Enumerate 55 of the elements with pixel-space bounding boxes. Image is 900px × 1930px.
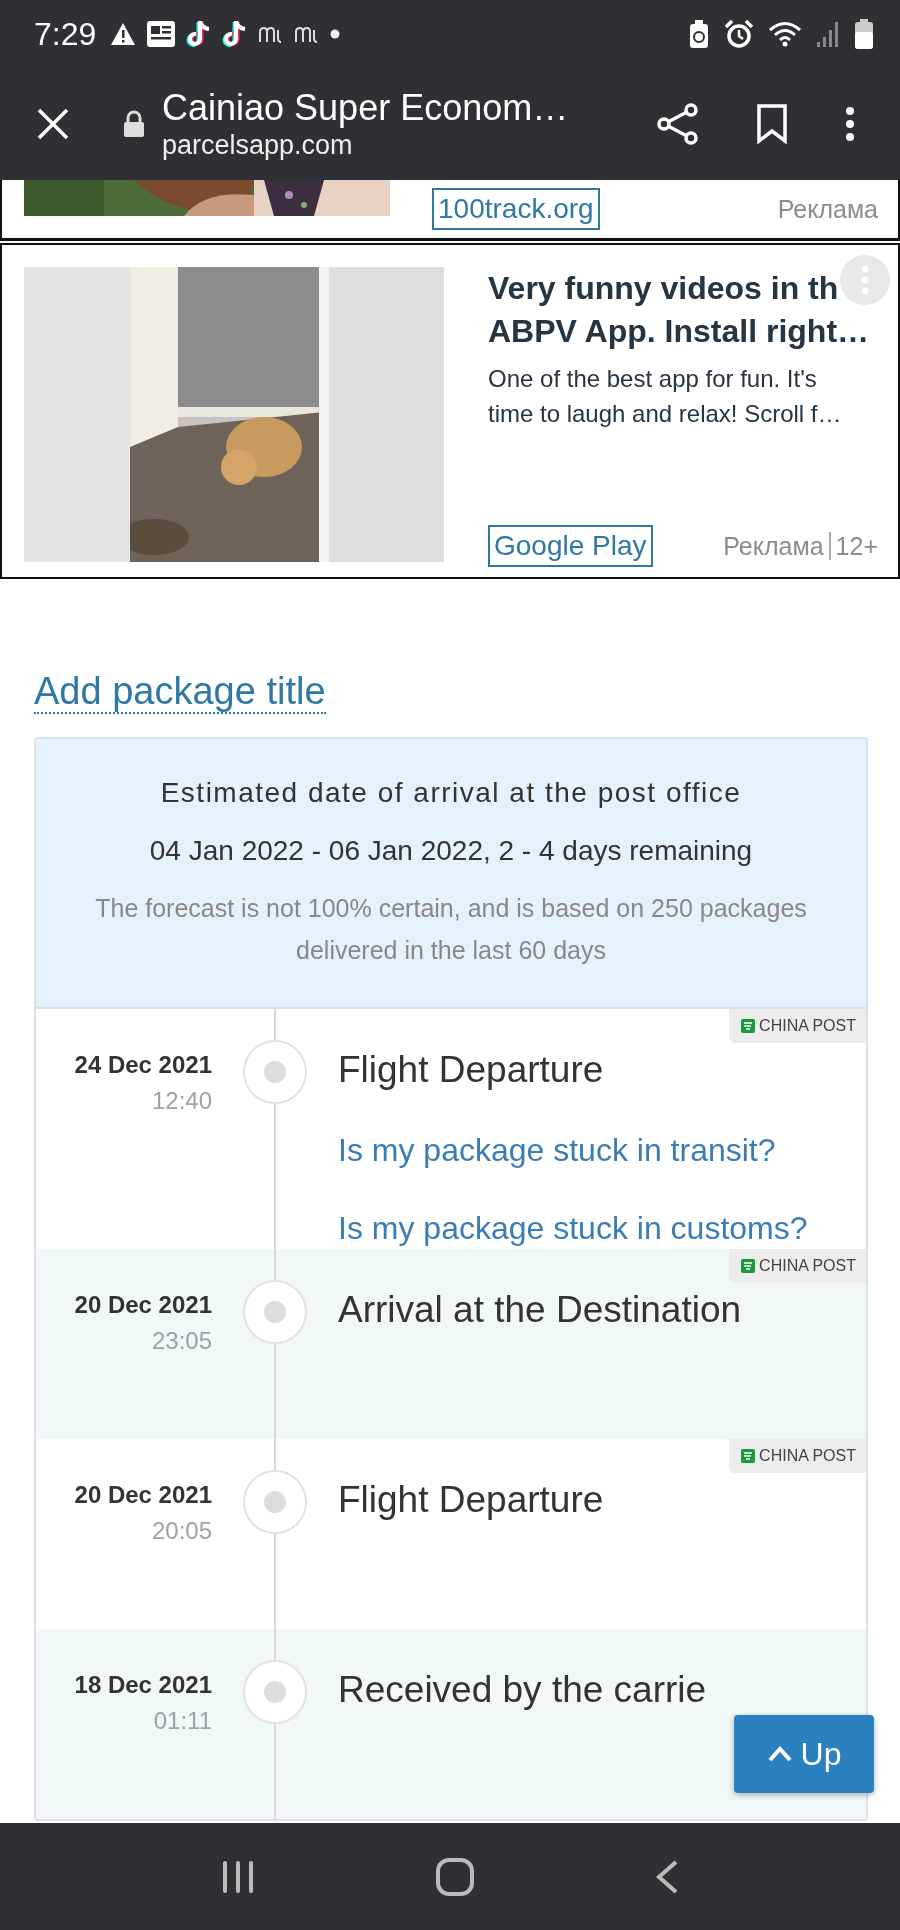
event-time: 01:11: [152, 1707, 212, 1735]
event-date: 18 Dec 2021: [73, 1671, 212, 1699]
timeline-dot-icon: [242, 1469, 308, 1535]
post-logo-icon: [741, 1019, 756, 1033]
forecast-heading: Estimated date of arrival at the post office: [159, 777, 743, 809]
ad-title[interactable]: Very funny videos in th ABPV App. Install right…: [488, 267, 878, 353]
chevron-up-icon: [766, 1745, 793, 1763]
battery-saver-icon: [688, 19, 710, 49]
event-time: 20:05: [150, 1517, 212, 1545]
ad-label: Реклама: [777, 194, 878, 224]
ad-description: One of the best app for fun. It's time to laugh and relax! Scroll f…: [488, 364, 843, 429]
page-url: parcelsapp.com: [162, 129, 354, 161]
close-icon[interactable]: [36, 107, 70, 141]
post-logo-icon: [741, 1259, 756, 1273]
alarm-icon: [724, 19, 754, 49]
battery-icon: [854, 18, 874, 50]
event-title: Flight Departure: [338, 1478, 604, 1522]
carrier-name: CHINA POST: [759, 1017, 856, 1035]
news-icon: [146, 20, 177, 48]
age-rating: 12+: [835, 531, 878, 561]
event-title: Arrival at the Destination: [338, 1288, 742, 1332]
lock-icon: [122, 110, 146, 138]
ad-link[interactable]: 100track.org: [432, 188, 600, 230]
warning-icon: [110, 22, 137, 46]
event-title: Flight Departure: [338, 1048, 604, 1092]
forecast-note: The forecast is not 100% certain, and is based on 250 packages delivered in the last 60 days: [94, 893, 808, 966]
scroll-up-button[interactable]: Up: [734, 1715, 874, 1793]
bookmark-icon[interactable]: [756, 104, 788, 144]
event-time: 12:40: [150, 1087, 212, 1115]
page-title: Cainiao Super Econom…: [162, 87, 570, 129]
wifi-icon: [768, 20, 802, 48]
timeline-dot-icon: [242, 1039, 308, 1105]
share-icon[interactable]: [656, 102, 700, 146]
clock-time: 7:29: [34, 15, 97, 53]
separator: [828, 532, 831, 560]
event-date: 20 Dec 2021: [73, 1481, 212, 1509]
ad-label: Реклама: [723, 531, 824, 561]
event-date: 20 Dec 2021: [73, 1291, 212, 1319]
post-logo-icon: [741, 1449, 756, 1463]
timeline-dot-icon: [242, 1279, 308, 1345]
carrier-name: CHINA POST: [759, 1447, 856, 1465]
timeline-dot-icon: [242, 1659, 308, 1725]
menu-icon[interactable]: [844, 106, 856, 142]
add-title-link[interactable]: Add package title: [34, 670, 326, 714]
event-time: 23:05: [150, 1327, 212, 1355]
event-date: 24 Dec 2021: [73, 1051, 212, 1079]
signal-icon: [816, 20, 840, 48]
home-icon[interactable]: [435, 1856, 475, 1897]
event-title: Received by the carrie: [338, 1668, 707, 1712]
ad-link[interactable]: Google Play: [488, 525, 653, 567]
help-link[interactable]: Is my package stuck in customs?: [338, 1207, 808, 1249]
carrier-name: CHINA POST: [759, 1257, 856, 1275]
dot-icon: [330, 29, 341, 39]
forecast-dates: 04 Jan 2022 - 06 Jan 2022, 2 - 4 days remaining: [148, 835, 754, 867]
help-link[interactable]: Is my package stuck in transit?: [338, 1129, 776, 1171]
